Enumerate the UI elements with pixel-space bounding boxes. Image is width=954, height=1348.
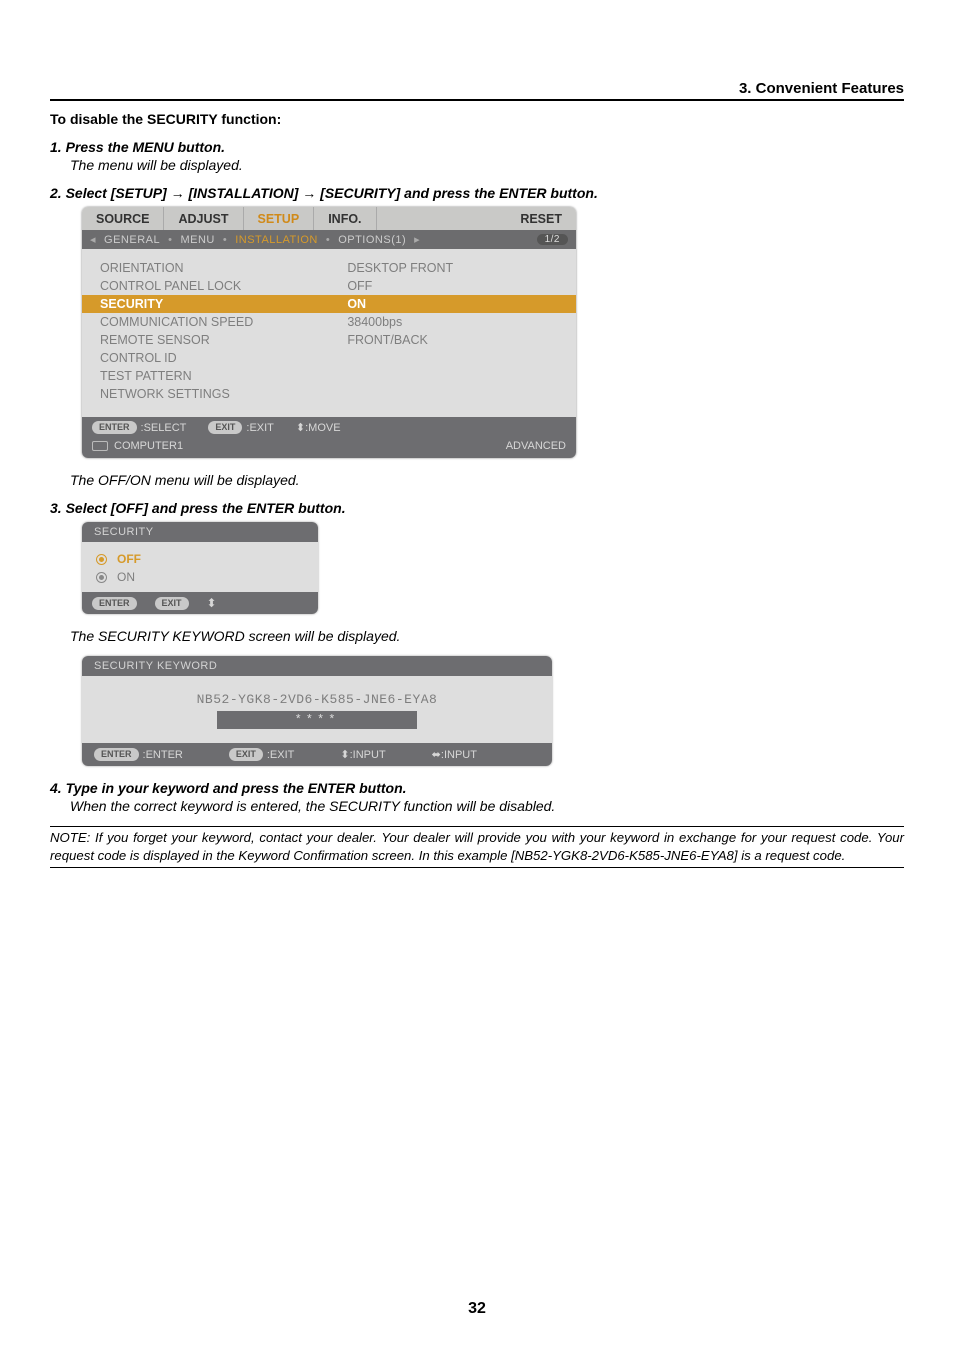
hint-exit: EXIT :EXIT: [208, 421, 274, 434]
step-3-title: 3. Select [OFF] and press the ENTER butt…: [50, 500, 904, 516]
radio-off-selected[interactable]: OFF: [96, 550, 304, 568]
radio-on-label: ON: [117, 570, 135, 584]
osd-subtabs: ◂ GENERAL • MENU • INSTALLATION • OPTION…: [82, 230, 576, 249]
value-comm-speed: 38400bps: [347, 315, 558, 329]
osd-setup-panel: SOURCE ADJUST SETUP INFO. RESET ◂ GENERA…: [82, 207, 576, 458]
hint-kw-input-vert: ⬍:INPUT: [340, 748, 385, 761]
osd-security-dialog: SECURITY OFF ON ENTER EXIT ⬍: [82, 522, 318, 614]
exit-pill-icon: EXIT: [229, 748, 263, 761]
step-2-title: 2. Select [SETUP] → [INSTALLATION] → [SE…: [50, 185, 904, 201]
row-remote-sensor[interactable]: REMOTE SENSOR FRONT/BACK: [82, 331, 576, 349]
keyword-input[interactable]: ****: [217, 711, 417, 729]
label-test-pattern: TEST PATTERN: [100, 369, 347, 383]
security-dialog-footer: ENTER EXIT ⬍: [82, 592, 318, 614]
enter-pill-icon: ENTER: [92, 597, 137, 610]
step-2-desc: The OFF/ON menu will be displayed.: [70, 472, 904, 488]
subtab-options1[interactable]: OPTIONS(1): [338, 234, 406, 246]
enter-pill-icon: ENTER: [92, 421, 137, 434]
osd-main-tabs: SOURCE ADJUST SETUP INFO. RESET: [82, 207, 576, 230]
tab-source[interactable]: SOURCE: [82, 207, 164, 230]
label-cpl: CONTROL PANEL LOCK: [100, 279, 347, 293]
step-1-desc: The menu will be displayed.: [70, 157, 904, 173]
step-4-title: 4. Type in your keyword and press the EN…: [50, 780, 904, 796]
subtab-page-indicator: 1/2: [537, 234, 568, 245]
hint-kw-input-horiz: ⬌:INPUT: [432, 748, 477, 761]
value-control-id: [347, 351, 558, 365]
value-network-settings: [347, 387, 558, 401]
hint-select-text: :SELECT: [141, 422, 187, 434]
radio-off-label: OFF: [117, 552, 141, 566]
osd-setup-body: ORIENTATION DESKTOP FRONT CONTROL PANEL …: [82, 249, 576, 417]
hint-kw-enter: ENTER :ENTER: [94, 748, 183, 761]
request-code-text: NB52-YGK8-2VD6-K585-JNE6-EYA8: [102, 692, 532, 707]
subtab-installation[interactable]: INSTALLATION: [235, 234, 318, 246]
tab-adjust[interactable]: ADJUST: [164, 207, 243, 230]
label-orientation: ORIENTATION: [100, 261, 347, 275]
hint-move: ⬍:MOVE: [296, 421, 341, 434]
label-network-settings: NETWORK SETTINGS: [100, 387, 347, 401]
row-control-id[interactable]: CONTROL ID: [82, 349, 576, 367]
row-orientation[interactable]: ORIENTATION DESKTOP FRONT: [82, 259, 576, 277]
radio-icon: [96, 554, 107, 565]
page-number: 32: [0, 1300, 954, 1318]
label-control-id: CONTROL ID: [100, 351, 347, 365]
label-comm-speed: COMMUNICATION SPEED: [100, 315, 347, 329]
dot-icon: •: [326, 234, 330, 246]
osd-footer-hints: ENTER :SELECT EXIT :EXIT ⬍:MOVE: [82, 417, 576, 438]
security-dialog-body: OFF ON: [82, 542, 318, 592]
row-test-pattern[interactable]: TEST PATTERN: [82, 367, 576, 385]
value-remote-sensor: FRONT/BACK: [347, 333, 558, 347]
hint-kw-exit: EXIT :EXIT: [229, 748, 295, 761]
value-orientation: DESKTOP FRONT: [347, 261, 558, 275]
dot-icon: •: [168, 234, 172, 246]
step-1-title: 1. Press the MENU button.: [50, 139, 904, 155]
label-security: SECURITY: [100, 297, 347, 311]
row-security-selected[interactable]: SECURITY ON: [82, 295, 576, 313]
hint-kw-enter-text: :ENTER: [143, 749, 183, 761]
hint-kw-exit-text: :EXIT: [267, 749, 295, 761]
value-test-pattern: [347, 369, 558, 383]
menu-mode-label: ADVANCED: [506, 440, 566, 452]
updown-icon: ⬍: [207, 596, 217, 610]
step-3-desc: The SECURITY KEYWORD screen will be disp…: [70, 628, 904, 644]
intro-heading: To disable the SECURITY function:: [50, 111, 904, 127]
label-remote-sensor: REMOTE SENSOR: [100, 333, 347, 347]
dot-icon: •: [223, 234, 227, 246]
current-source: COMPUTER1: [92, 440, 183, 452]
exit-pill-icon: EXIT: [208, 421, 242, 434]
osd-keyword-dialog: SECURITY KEYWORD NB52-YGK8-2VD6-K585-JNE…: [82, 656, 552, 766]
section-header: 3. Convenient Features: [50, 80, 904, 101]
subtab-arrow-left-icon[interactable]: ◂: [90, 233, 96, 246]
value-security: ON: [347, 297, 558, 311]
row-comm-speed[interactable]: COMMUNICATION SPEED 38400bps: [82, 313, 576, 331]
tab-reset[interactable]: RESET: [506, 207, 576, 230]
keyword-dialog-title: SECURITY KEYWORD: [82, 656, 552, 676]
tab-setup[interactable]: SETUP: [244, 207, 315, 230]
radio-icon: [96, 572, 107, 583]
keyword-dialog-footer: ENTER :ENTER EXIT :EXIT ⬍:INPUT ⬌:INPUT: [82, 743, 552, 766]
osd-footer-status: COMPUTER1 ADVANCED: [82, 438, 576, 458]
row-network-settings[interactable]: NETWORK SETTINGS: [82, 385, 576, 403]
subtab-arrow-right-icon[interactable]: ▸: [414, 233, 420, 246]
note-text: NOTE: If you forget your keyword, contac…: [50, 826, 904, 868]
subtab-general[interactable]: GENERAL: [104, 234, 160, 246]
row-control-panel-lock[interactable]: CONTROL PANEL LOCK OFF: [82, 277, 576, 295]
source-label: COMPUTER1: [114, 440, 183, 452]
exit-pill-icon: EXIT: [155, 597, 189, 610]
tab-info[interactable]: INFO.: [314, 207, 376, 230]
step-4-desc: When the correct keyword is entered, the…: [70, 798, 904, 814]
value-cpl: OFF: [347, 279, 558, 293]
radio-on[interactable]: ON: [96, 568, 304, 586]
security-dialog-title: SECURITY: [82, 522, 318, 542]
source-icon: [92, 441, 108, 451]
subtab-menu[interactable]: MENU: [180, 234, 214, 246]
hint-enter-select: ENTER :SELECT: [92, 421, 186, 434]
enter-pill-icon: ENTER: [94, 748, 139, 761]
hint-exit-text: :EXIT: [246, 422, 274, 434]
keyword-dialog-body: NB52-YGK8-2VD6-K585-JNE6-EYA8 ****: [82, 676, 552, 743]
